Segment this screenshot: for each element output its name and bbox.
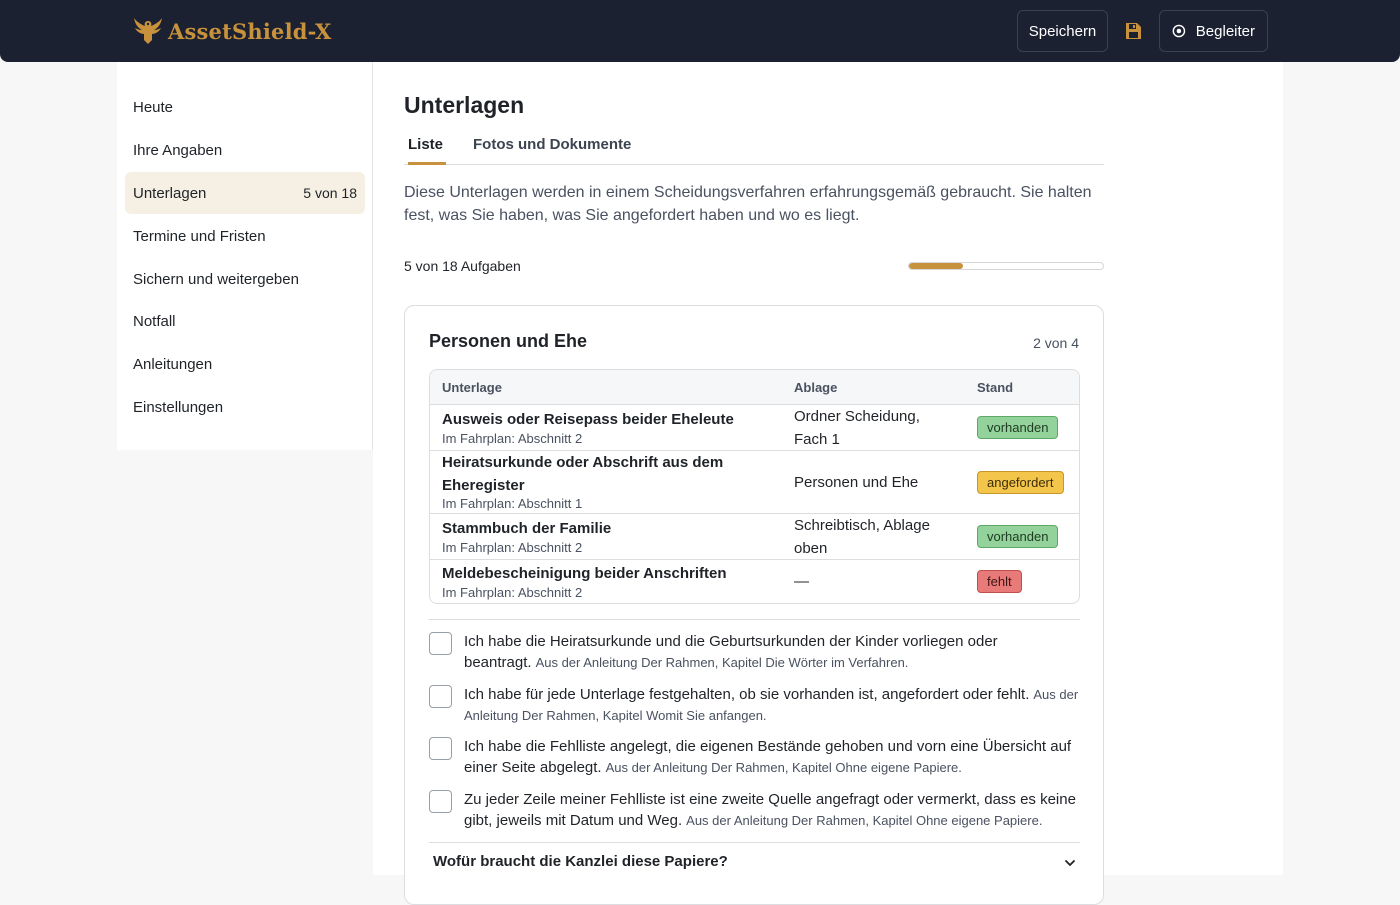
checkbox[interactable] xyxy=(429,685,452,708)
sidebar-item-label: Unterlagen xyxy=(133,184,207,202)
column-header-ablage: Ablage xyxy=(794,380,838,395)
status-badge: angefordert xyxy=(977,471,1064,494)
table-header: Unterlage Ablage Stand xyxy=(430,370,1079,405)
progress-bar xyxy=(908,262,1104,270)
checkbox[interactable] xyxy=(429,632,452,655)
document-roadmap-ref: Im Fahrplan: Abschnitt 2 xyxy=(442,431,583,446)
sidebar-item-label: Heute xyxy=(133,98,174,116)
table-row[interactable]: Heiratsurkunde oder Abschrift aus dem Eh… xyxy=(430,451,1079,514)
section-card: Personen und Ehe 2 von 4 Unterlage Ablag… xyxy=(404,305,1104,905)
save-button[interactable]: Speichern xyxy=(1017,10,1108,52)
progress-label: 5 von 18 Aufgaben xyxy=(404,258,521,274)
checklist-source: Aus der Anleitung Der Rahmen, Kapitel Di… xyxy=(535,655,909,670)
sidebar-item-label: Einstellungen xyxy=(133,398,224,416)
document-roadmap-ref: Im Fahrplan: Abschnitt 1 xyxy=(442,496,583,511)
document-location: Personen und Ehe xyxy=(794,474,919,491)
table-row[interactable]: Ausweis oder Reisepass beider Eheleute I… xyxy=(430,405,1079,451)
checklist-item-text: Ich habe die Heiratsurkunde und die Gebu… xyxy=(464,631,1079,673)
sidebar-item-count: 5 von 18 xyxy=(303,185,357,201)
sidebar-item-notfall[interactable]: Notfall xyxy=(125,300,365,342)
checklist-source: Aus der Anleitung Der Rahmen, Kapitel Oh… xyxy=(605,760,962,775)
checkbox[interactable] xyxy=(429,737,452,760)
sidebar-item-label: Anleitungen xyxy=(133,355,213,373)
sidebar-item-ihre-angaben[interactable]: Ihre Angaben xyxy=(125,129,365,171)
column-header-unterlage: Unterlage xyxy=(442,380,502,395)
table-row[interactable]: Meldebescheinigung beider Anschriften Im… xyxy=(430,560,1079,603)
document-location: Ordner Scheidung, Fach 1 xyxy=(794,408,920,448)
checklist-source: Aus der Anleitung Der Rahmen, Kapitel Oh… xyxy=(686,813,1043,828)
divider xyxy=(429,619,1080,620)
sidebar-item-label: Ihre Angaben xyxy=(133,141,223,159)
document-location: Schreibtisch, Ablage oben xyxy=(794,517,930,557)
documents-table: Unterlage Ablage Stand Ausweis oder Reis… xyxy=(429,369,1080,604)
table-row[interactable]: Stammbuch der Familie Im Fahrplan: Absch… xyxy=(430,514,1079,560)
sidebar: Heute Ihre Angaben Unterlagen 5 von 18 T… xyxy=(117,62,373,450)
sidebar-item-label: Sichern und weitergeben xyxy=(133,270,299,288)
intro-text: Diese Unterlagen werden in einem Scheidu… xyxy=(404,184,1092,224)
sidebar-item-heute[interactable]: Heute xyxy=(125,86,365,128)
document-title: Meldebescheinigung beider Anschriften xyxy=(442,565,727,582)
sidebar-item-termine[interactable]: Termine und Fristen xyxy=(125,215,365,257)
floppy-disk-icon[interactable] xyxy=(1123,21,1143,41)
document-roadmap-ref: Im Fahrplan: Abschnitt 2 xyxy=(442,585,583,600)
main-content: Unterlagen Liste Fotos und Dokumente Die… xyxy=(373,62,1283,905)
sidebar-item-unterlagen[interactable]: Unterlagen 5 von 18 xyxy=(125,172,365,214)
eagle-logo-icon xyxy=(134,18,162,44)
document-roadmap-ref: Im Fahrplan: Abschnitt 2 xyxy=(442,540,583,555)
guide-button[interactable]: Begleiter xyxy=(1159,10,1268,52)
sidebar-item-anleitungen[interactable]: Anleitungen xyxy=(125,343,365,385)
status-badge: fehlt xyxy=(977,570,1022,593)
top-bar: AssetShield-X Speichern Begleiter xyxy=(0,0,1400,62)
column-header-stand: Stand xyxy=(977,380,1014,395)
faq-toggle[interactable]: Wofür braucht die Kanzlei diese Papiere? xyxy=(433,853,1080,875)
section-count: 2 von 4 xyxy=(1033,335,1079,351)
sidebar-item-label: Termine und Fristen xyxy=(133,227,266,245)
guide-button-label: Begleiter xyxy=(1195,22,1255,40)
checklist-item-text: Zu jeder Zeile meiner Fehlliste ist eine… xyxy=(464,789,1079,831)
status-badge: vorhanden xyxy=(977,416,1059,439)
brand[interactable]: AssetShield-X xyxy=(132,14,332,48)
document-location: — xyxy=(794,573,809,590)
brand-name: AssetShield-X xyxy=(168,18,332,44)
checklist-item-text: Ich habe für jede Unterlage festgehalten… xyxy=(464,684,1079,726)
document-title: Ausweis oder Reisepass beider Eheleute xyxy=(442,411,734,428)
divider xyxy=(429,842,1080,843)
tab-fotos-und-dokumente[interactable]: Fotos und Dokumente xyxy=(473,136,631,165)
tab-bar: Liste Fotos und Dokumente xyxy=(404,132,1104,165)
page-title: Unterlagen xyxy=(404,92,525,118)
document-title: Stammbuch der Familie xyxy=(442,520,612,537)
checklist-statement: Ich habe für jede Unterlage festgehalten… xyxy=(464,686,1030,703)
radio-circle-icon xyxy=(1172,24,1186,38)
checklist-item-text: Ich habe die Fehlliste angelegt, die eig… xyxy=(464,736,1079,778)
status-badge: vorhanden xyxy=(977,525,1059,548)
document-title: Heiratsurkunde oder Abschrift aus dem Eh… xyxy=(442,454,724,494)
tab-liste[interactable]: Liste xyxy=(408,136,446,165)
checkbox[interactable] xyxy=(429,790,452,813)
progress-bar-fill xyxy=(909,263,963,269)
chevron-down-icon xyxy=(1065,860,1075,866)
faq-question: Wofür braucht die Kanzlei diese Papiere? xyxy=(433,853,728,870)
section-title: Personen und Ehe xyxy=(429,331,588,351)
sidebar-item-sichern[interactable]: Sichern und weitergeben xyxy=(125,258,365,300)
sidebar-item-einstellungen[interactable]: Einstellungen xyxy=(125,386,365,428)
sidebar-item-label: Notfall xyxy=(133,312,176,330)
